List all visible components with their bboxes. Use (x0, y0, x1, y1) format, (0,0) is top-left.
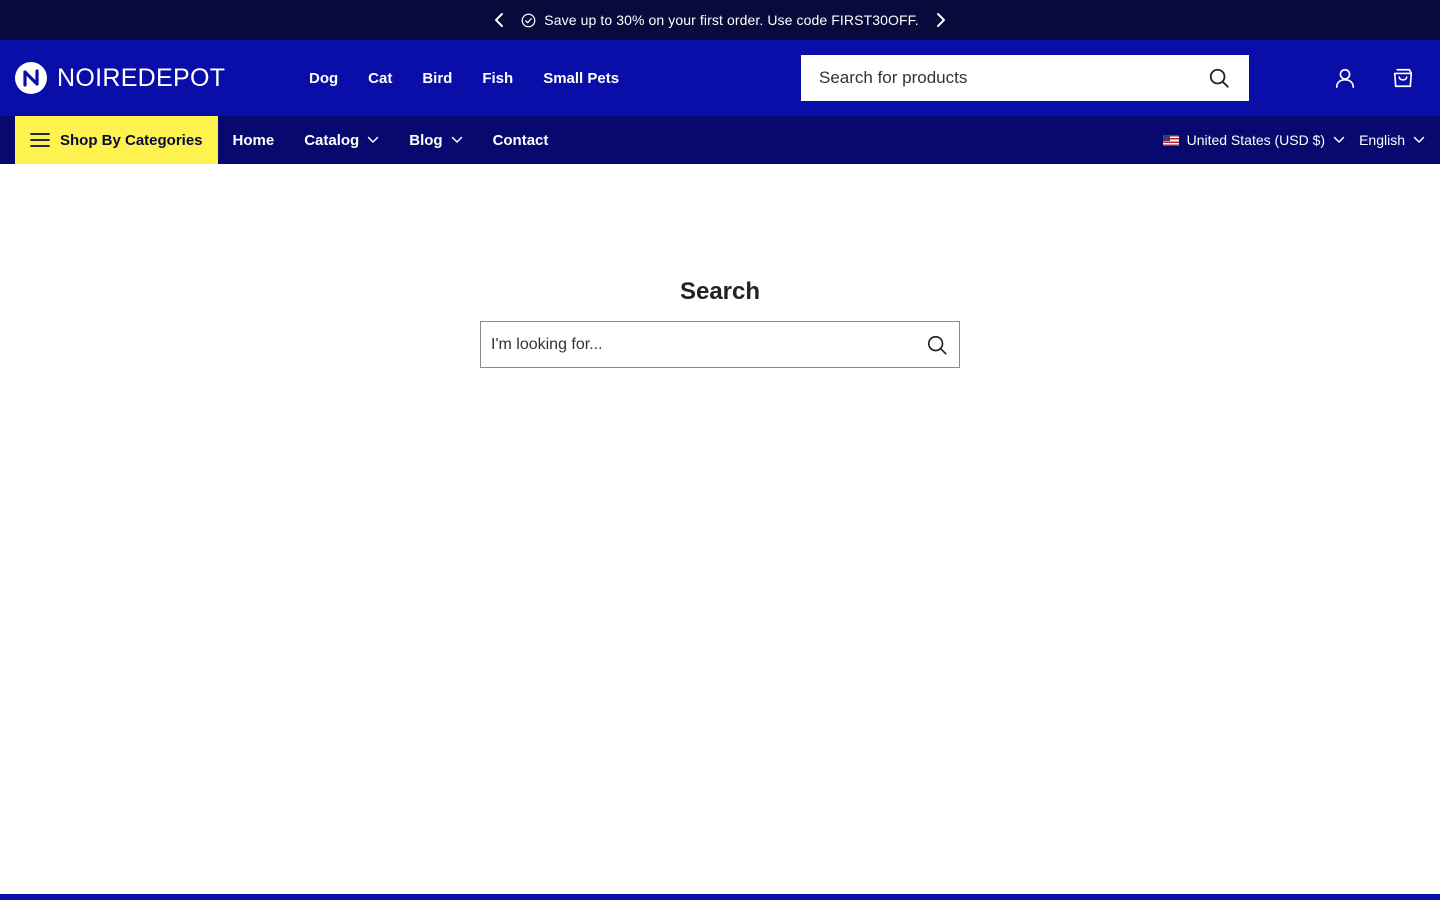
language-selector[interactable]: English (1359, 132, 1425, 148)
main-menu-bar: Shop By Categories Home Catalog Blog Con… (0, 116, 1440, 164)
menu-item-catalog[interactable]: Catalog (304, 132, 379, 149)
menu-item-label: Blog (409, 131, 443, 149)
country-label: United States (USD $) (1186, 132, 1326, 148)
announcement-prev-button[interactable] (489, 10, 509, 30)
announcement-bar: Save up to 30% on your first order. Use … (0, 0, 1440, 40)
menu-item-label: Contact (492, 131, 549, 149)
menu-item-home[interactable]: Home (233, 132, 275, 149)
chevron-left-icon (495, 13, 504, 27)
page-search (480, 321, 960, 368)
chevron-down-icon (367, 136, 379, 143)
announcement-next-button[interactable] (931, 10, 951, 30)
nav-link-small-pets[interactable]: Small Pets (543, 70, 619, 87)
chevron-down-icon (1333, 136, 1345, 143)
page-search-button[interactable] (925, 333, 949, 357)
main-menu: Home Catalog Blog Contact (233, 132, 549, 149)
header-search-button[interactable] (1207, 66, 1231, 90)
menu-item-contact[interactable]: Contact (493, 132, 549, 149)
check-badge-icon (521, 13, 536, 27)
chevron-down-icon (1413, 136, 1425, 143)
announcement-text: Save up to 30% on your first order. Use … (544, 12, 919, 28)
chevron-right-icon (936, 13, 945, 27)
search-icon (927, 335, 947, 355)
header-search-input[interactable] (819, 68, 1207, 88)
hamburger-menu-icon (30, 133, 50, 147)
menu-item-blog[interactable]: Blog (409, 132, 462, 149)
language-label: English (1359, 132, 1405, 148)
site-logo[interactable]: NOIREDEPOT (15, 62, 225, 94)
account-button[interactable] (1333, 66, 1357, 90)
locale-selectors: United States (USD $) English (1162, 116, 1425, 164)
page-search-input[interactable] (491, 335, 925, 354)
shop-by-categories-button[interactable]: Shop By Categories (15, 116, 218, 164)
logo-text: NOIREDEPOT (57, 63, 226, 92)
cart-icon (1393, 68, 1413, 88)
page-title: Search (679, 278, 761, 305)
header-search (801, 55, 1249, 101)
us-flag-icon (1162, 134, 1179, 146)
shop-by-categories-label: Shop By Categories (60, 131, 203, 149)
footer-edge (0, 894, 1440, 900)
category-nav: Dog Cat Bird Fish Small Pets (309, 40, 619, 116)
account-icon (1335, 68, 1355, 88)
nav-link-dog[interactable]: Dog (309, 70, 338, 87)
site-header: NOIREDEPOT Dog Cat Bird Fish Small Pets (0, 40, 1440, 116)
nav-link-bird[interactable]: Bird (422, 70, 452, 87)
menu-item-label: Catalog (304, 131, 360, 149)
chevron-down-icon (451, 136, 462, 143)
header-icons (1333, 40, 1415, 116)
cart-button[interactable] (1391, 66, 1415, 90)
nav-link-fish[interactable]: Fish (482, 70, 513, 87)
country-selector[interactable]: United States (USD $) (1162, 132, 1346, 148)
nav-link-cat[interactable]: Cat (368, 70, 392, 87)
menu-item-label: Home (232, 131, 275, 149)
search-icon (1209, 68, 1229, 88)
logo-mark-icon (15, 62, 47, 94)
search-page: Search (0, 164, 1440, 894)
